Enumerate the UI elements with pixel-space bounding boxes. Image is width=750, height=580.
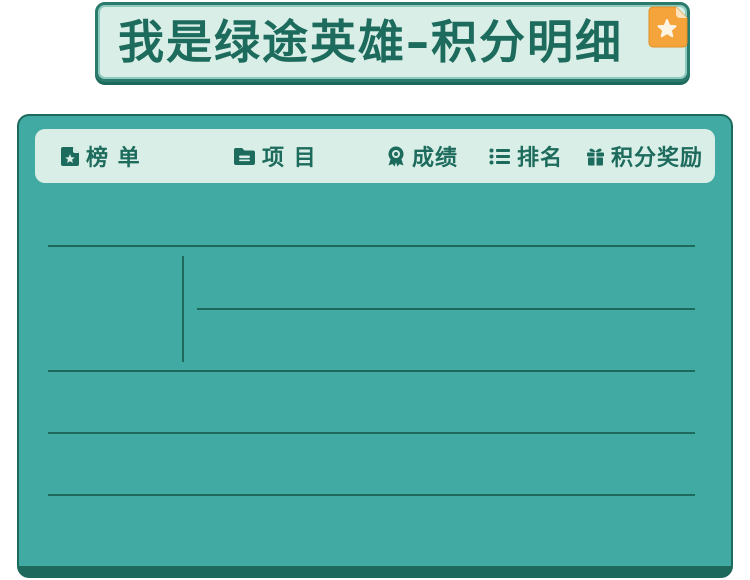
table-column-divider: [182, 256, 184, 362]
tab-label: 排名: [517, 146, 564, 171]
tab-rank[interactable]: 排名: [489, 129, 563, 183]
tab-leaderboard[interactable]: 榜 单: [60, 129, 141, 183]
list-icon: [489, 148, 511, 165]
tab-label: 积分奖励: [611, 146, 704, 171]
table-row-divider: [48, 494, 695, 496]
tab-label: 榜 单: [86, 146, 141, 171]
document-star-icon: [60, 146, 80, 167]
table-cell-divider: [197, 308, 695, 310]
table-row-divider: [48, 370, 695, 372]
table-row-divider: [48, 432, 695, 434]
medal-icon: [386, 146, 406, 167]
star-icon: [648, 6, 688, 48]
folder-icon: [233, 147, 256, 166]
page-title: 我是绿途英雄–积分明细: [118, 15, 623, 69]
table-row-divider: [48, 245, 695, 247]
points-panel: [17, 114, 733, 578]
tab-project[interactable]: 项 目: [233, 129, 317, 183]
tab-bar: 榜 单 项 目 成绩 排名 积分奖励: [35, 129, 715, 183]
gift-icon: [586, 146, 605, 166]
tab-points-reward[interactable]: 积分奖励: [586, 129, 703, 183]
title-banner: 我是绿途英雄–积分明细: [95, 2, 690, 82]
tab-score[interactable]: 成绩: [386, 129, 458, 183]
star-badge: [648, 6, 688, 48]
tab-label: 成绩: [412, 146, 459, 171]
tab-label: 项 目: [262, 146, 317, 171]
